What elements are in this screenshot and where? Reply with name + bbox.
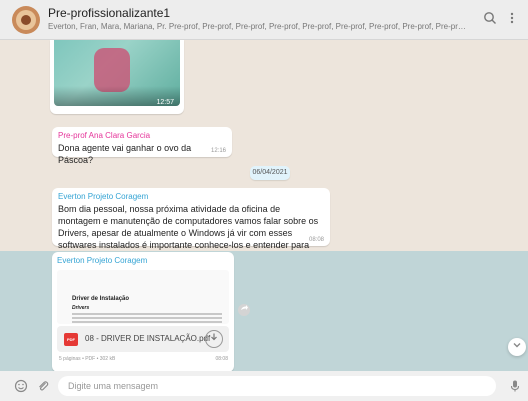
- message-bubble[interactable]: Pre-prof Ana Clara Garcia Dona agente va…: [52, 127, 232, 165]
- group-avatar[interactable]: [12, 6, 40, 34]
- mic-icon[interactable]: [508, 379, 522, 393]
- message-time: 08:08: [215, 356, 228, 362]
- message-composer: [0, 371, 528, 401]
- message-text: Dona agente vai ganhar o ovo da Páscoa?: [58, 143, 192, 165]
- file-attachment[interactable]: PDF 08 - DRIVER DE INSTALAÇÃO.pdf: [57, 326, 229, 352]
- chat-members-list[interactable]: Everton, Fran, Mara, Mariana, Pr. Pre-pr…: [48, 22, 468, 31]
- emoji-icon[interactable]: [14, 379, 28, 393]
- document-preview-title: Driver de Instalação: [72, 296, 130, 302]
- document-preview-line: [72, 313, 222, 315]
- chat-title[interactable]: Pre-profissionalizante1: [48, 6, 170, 20]
- pdf-file-icon: PDF: [64, 333, 78, 346]
- document-preview[interactable]: Driver de Instalação Drivers: [57, 270, 229, 324]
- menu-icon[interactable]: [502, 10, 522, 30]
- chat-header: Pre-profissionalizante1 Everton, Fran, M…: [0, 0, 528, 40]
- scroll-down-icon[interactable]: [508, 338, 526, 356]
- message-time: 12:57: [156, 99, 174, 106]
- forward-icon[interactable]: [238, 304, 250, 316]
- message-time: 08:08: [308, 237, 324, 243]
- download-icon[interactable]: [205, 330, 223, 348]
- document-preview-line: [72, 321, 222, 323]
- document-preview-subtitle: Drivers: [72, 305, 90, 311]
- message-list[interactable]: 12:57 Pre-prof Ana Clara Garcia Dona age…: [0, 40, 528, 371]
- message-bubble[interactable]: Everton Projeto Coragem Bom dia pessoal,…: [52, 188, 330, 262]
- image-message[interactable]: 12:57: [50, 40, 184, 114]
- message-input[interactable]: [58, 376, 496, 396]
- date-divider: 06/04/2021: [250, 166, 290, 180]
- file-meta: 5 páginas • PDF • 302 kB: [59, 356, 116, 362]
- message-time: 12:16: [210, 148, 226, 154]
- file-name[interactable]: 08 - DRIVER DE INSTALAÇÃO.pdf: [85, 334, 210, 343]
- message-sender[interactable]: Pre-prof Ana Clara Garcia: [58, 131, 226, 140]
- search-icon[interactable]: [480, 10, 500, 30]
- document-preview-line: [72, 317, 222, 319]
- message-sender[interactable]: Everton Projeto Coragem: [58, 192, 324, 201]
- document-message[interactable]: Everton Projeto Coragem Driver de Instal…: [52, 252, 234, 371]
- image-thumbnail[interactable]: [54, 40, 180, 106]
- attach-icon[interactable]: [36, 379, 50, 393]
- message-sender[interactable]: Everton Projeto Coragem: [57, 256, 229, 265]
